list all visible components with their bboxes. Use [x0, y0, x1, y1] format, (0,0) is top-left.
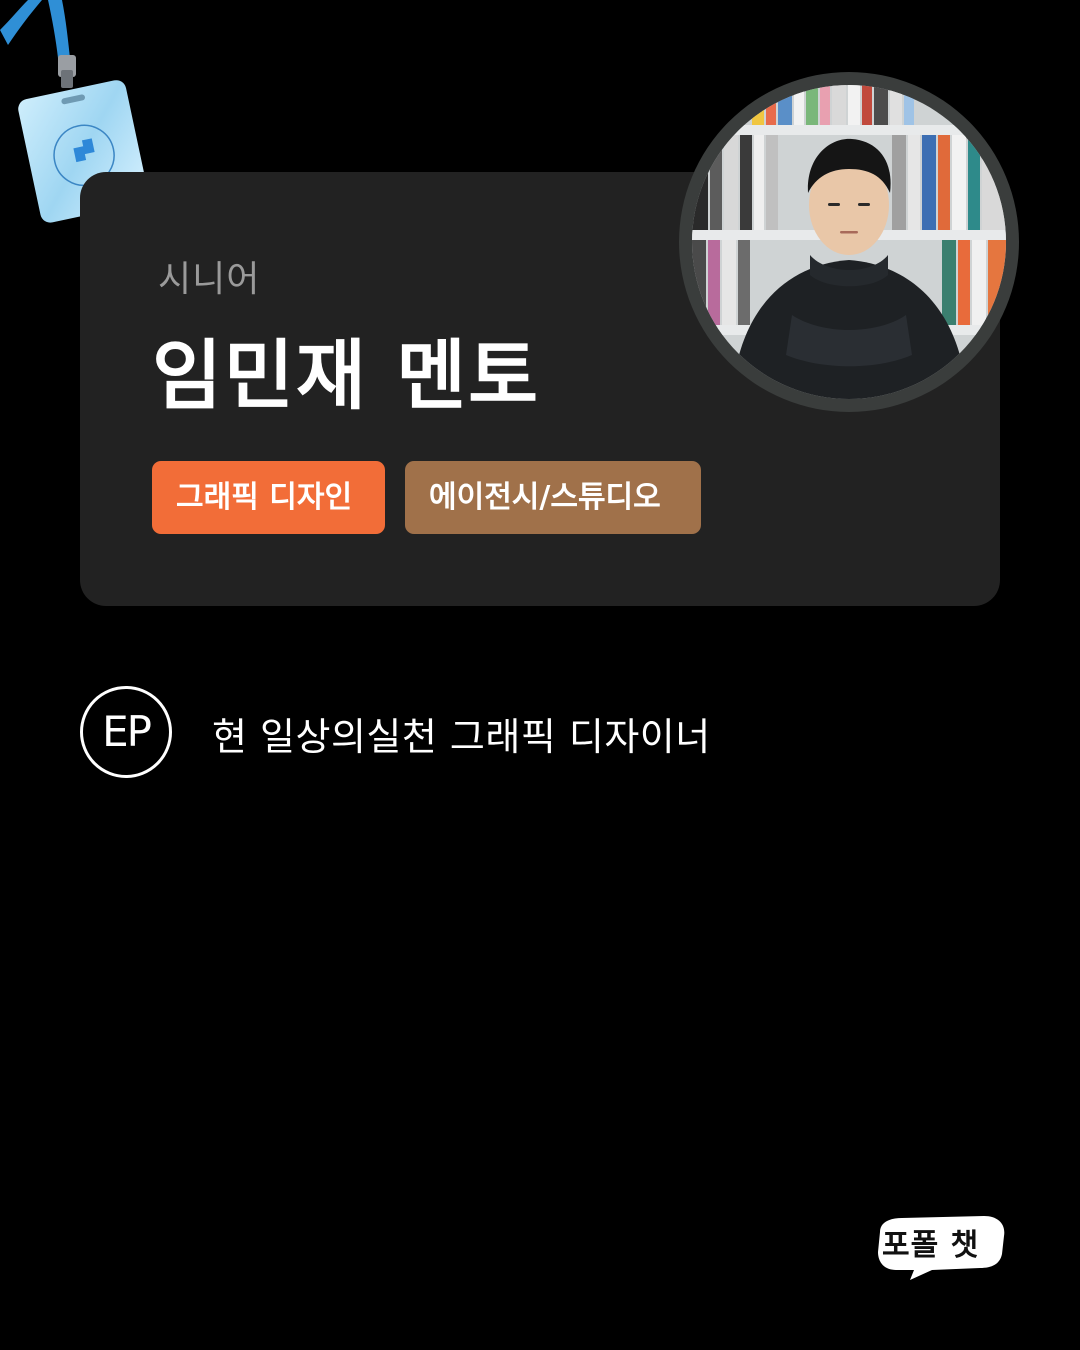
tag-agency-studio: 에이전시/스튜디오 [405, 461, 701, 534]
tag-graphic-design: 그래픽 디자인 [152, 461, 385, 534]
brand-logo: 포폴 챗 [872, 1212, 1010, 1282]
mentor-level: 시니어 [158, 259, 261, 300]
experience-text: 현 일상의실천 그래픽 디자이너 [212, 715, 711, 759]
avatar [679, 72, 1019, 412]
experience-ep-icon: EP [80, 686, 172, 778]
mentor-photo [692, 85, 1006, 399]
mentor-name: 임민재 멘토 [152, 331, 541, 420]
brand-logo-text: 포폴 챗 [882, 1228, 980, 1263]
